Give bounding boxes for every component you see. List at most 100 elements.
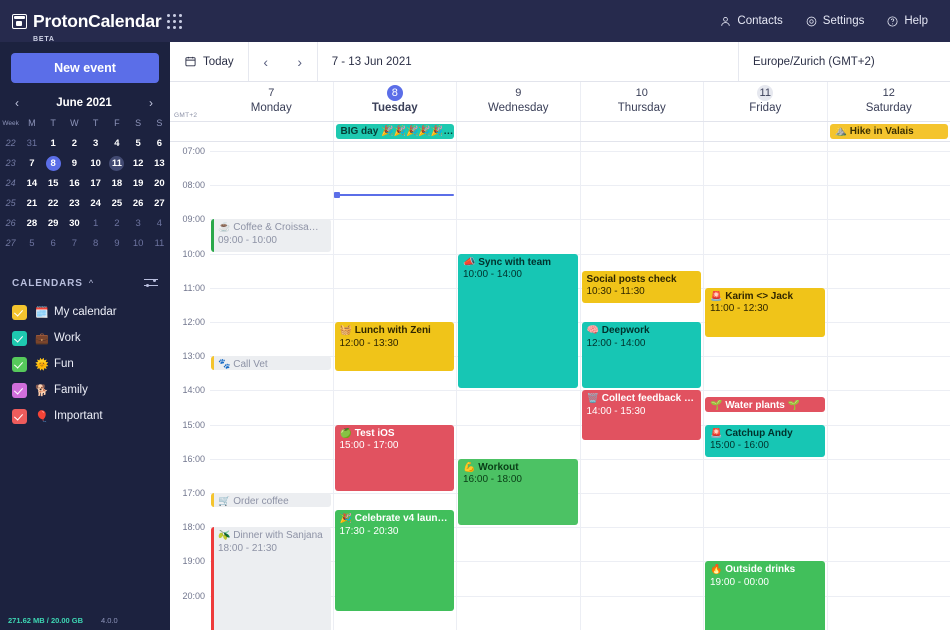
mini-day-cell[interactable]: 2 — [64, 133, 85, 153]
calendar-event[interactable]: 🧠 Deepwork 12:00 - 14:00 — [581, 322, 701, 389]
calendar-event[interactable]: Social posts check 10:30 - 11:30 — [581, 270, 701, 303]
all-day-event[interactable]: ⛰️ Hike in Valais — [829, 124, 948, 139]
calendar-event[interactable]: 🚨 Karim <> Jack 11:00 - 12:30 — [705, 287, 825, 338]
brand[interactable]: ProtonCalendar BETA — [0, 11, 183, 43]
mini-day-cell[interactable]: 23 — [64, 193, 85, 213]
calendar-item-family[interactable]: 🐕 Family — [0, 377, 170, 403]
mini-day-cell[interactable]: 9 — [106, 233, 127, 253]
all-day-event[interactable]: BIG day 🎉🎉🎉🎉🎉… — [335, 124, 454, 139]
calendar-event[interactable]: 🎉 Celebrate v4 laun… 17:30 - 20:30 — [334, 510, 454, 611]
all-day-cell-wednesday[interactable] — [456, 122, 580, 141]
mini-day-cell[interactable]: 19 — [128, 173, 149, 193]
calendar-item-my-calendar[interactable]: 🗓️ My calendar — [0, 299, 170, 325]
mini-day-cell[interactable]: 3 — [85, 133, 106, 153]
calendar-event[interactable]: 🔥 Outside drinks 19:00 - 00:00 — [705, 561, 825, 630]
mini-day-cell[interactable]: 18 — [106, 173, 127, 193]
mini-day-cell[interactable]: 8 — [43, 153, 64, 173]
mini-day-cell[interactable]: 4 — [106, 133, 127, 153]
calendar-event[interactable]: 💪 Workout 16:00 - 18:00 — [458, 458, 578, 526]
calendar-event[interactable]: 🍏 Test iOS 15:00 - 17:00 — [334, 424, 454, 491]
calendar-checkbox[interactable] — [12, 382, 27, 398]
mini-day-cell[interactable]: 5 — [21, 233, 42, 253]
mini-day-cell[interactable]: 9 — [64, 153, 85, 173]
mini-day-cell[interactable]: 5 — [128, 133, 149, 153]
day-column-wednesday[interactable]: 📣 Sync with team 10:00 - 14:00 💪 Workout 16… — [456, 142, 580, 630]
calendar-event[interactable]: 🚨 Catchup Andy 15:00 - 16:00 — [705, 424, 825, 457]
new-event-button[interactable]: New event — [11, 53, 159, 83]
calendar-item-important[interactable]: 🎈 Important — [0, 403, 170, 429]
mini-day-cell[interactable]: 10 — [128, 233, 149, 253]
day-header-saturday[interactable]: 12 Saturday — [826, 82, 950, 121]
calendar-checkbox[interactable] — [12, 330, 27, 346]
app-grid-icon[interactable] — [167, 13, 183, 29]
next-week-button[interactable]: › — [283, 54, 317, 70]
calendar-event[interactable]: 🛒 Order coffee — [211, 493, 331, 507]
mini-day-cell[interactable]: 21 — [21, 193, 42, 213]
mini-day-cell[interactable]: 27 — [149, 193, 170, 213]
mini-day-cell[interactable]: 4 — [149, 213, 170, 233]
calendar-checkbox[interactable] — [12, 304, 27, 320]
mini-day-cell[interactable]: 31 — [21, 133, 42, 153]
mini-day-cell[interactable]: 6 — [149, 133, 170, 153]
mini-day-cell[interactable]: 25 — [106, 193, 127, 213]
contacts-button[interactable]: Contacts — [719, 15, 783, 28]
calendar-grid[interactable]: 07:00 08:00 09:00 10:00 11:00 12:00 13:00 14:00… — [170, 142, 950, 630]
mini-calendar-next-icon[interactable]: › — [144, 96, 158, 110]
all-day-cell-tuesday[interactable]: BIG day 🎉🎉🎉🎉🎉… — [332, 122, 457, 141]
settings-button[interactable]: Settings — [805, 15, 864, 28]
mini-day-cell[interactable]: 30 — [64, 213, 85, 233]
calendar-event[interactable]: 🫒 Dinner with Sanjana 18:00 - 21:30 — [211, 527, 331, 630]
mini-calendar-prev-icon[interactable]: ‹ — [10, 96, 24, 110]
mini-day-cell[interactable]: 1 — [85, 213, 106, 233]
mini-day-cell[interactable]: 8 — [85, 233, 106, 253]
mini-day-cell[interactable]: 10 — [85, 153, 106, 173]
mini-day-cell[interactable]: 1 — [43, 133, 64, 153]
all-day-cell-saturday[interactable]: ⛰️ Hike in Valais — [826, 122, 950, 141]
mini-day-cell[interactable]: 11 — [149, 233, 170, 253]
calendar-event[interactable]: 🗑️ Collect feedback … 14:00 - 15:30 — [581, 390, 701, 440]
calendar-event[interactable]: 📣 Sync with team 10:00 - 14:00 — [458, 253, 578, 389]
mini-day-cell[interactable]: 11 — [106, 153, 127, 173]
day-header-thursday[interactable]: 10 Thursday — [579, 82, 704, 121]
calendar-item-fun[interactable]: 🌞 Fun — [0, 351, 170, 377]
all-day-cell-monday[interactable] — [210, 122, 333, 141]
mini-day-cell[interactable]: 7 — [64, 233, 85, 253]
mini-day-cell[interactable]: 26 — [128, 193, 149, 213]
mini-day-cell[interactable]: 17 — [85, 173, 106, 193]
calendar-event[interactable]: 🧺 Lunch with Zeni 12:00 - 13:30 — [334, 322, 454, 372]
day-header-friday[interactable]: 11 Friday — [703, 82, 827, 121]
mini-day-cell[interactable]: 13 — [149, 153, 170, 173]
day-column-saturday[interactable] — [826, 142, 950, 630]
day-column-tuesday[interactable]: 🧺 Lunch with Zeni 12:00 - 13:30 🍏 Test iOS… — [332, 142, 456, 630]
mini-day-cell[interactable]: 6 — [43, 233, 64, 253]
sliders-icon[interactable] — [144, 277, 158, 289]
mini-day-cell[interactable]: 15 — [43, 173, 64, 193]
chevron-up-icon[interactable]: ^ — [89, 278, 93, 288]
prev-week-button[interactable]: ‹ — [249, 54, 283, 70]
mini-day-cell[interactable]: 12 — [128, 153, 149, 173]
day-header-monday[interactable]: 7 Monday — [210, 82, 333, 121]
mini-day-cell[interactable]: 20 — [149, 173, 170, 193]
calendar-event[interactable]: 🌱 Water plants 🌱 — [705, 397, 825, 413]
day-header-wednesday[interactable]: 9 Wednesday — [456, 82, 580, 121]
calendar-checkbox[interactable] — [12, 408, 27, 424]
mini-day-cell[interactable]: 28 — [21, 213, 42, 233]
mini-day-cell[interactable]: 7 — [21, 153, 42, 173]
day-column-friday[interactable]: 🚨 Karim <> Jack 11:00 - 12:30 🌱 Water plan… — [703, 142, 827, 630]
mini-day-cell[interactable]: 24 — [85, 193, 106, 213]
day-column-monday[interactable]: ☕ Coffee & Croissa… 09:00 - 10:00 🐾 Call V… — [210, 142, 333, 630]
mini-day-cell[interactable]: 14 — [21, 173, 42, 193]
all-day-cell-friday[interactable] — [703, 122, 827, 141]
calendar-event[interactable]: ☕ Coffee & Croissa… 09:00 - 10:00 — [211, 219, 331, 252]
calendar-item-work[interactable]: 💼 Work — [0, 325, 170, 351]
today-button[interactable]: Today — [170, 42, 249, 81]
calendar-checkbox[interactable] — [12, 356, 27, 372]
mini-day-cell[interactable]: 29 — [43, 213, 64, 233]
mini-day-cell[interactable]: 3 — [128, 213, 149, 233]
all-day-cell-thursday[interactable] — [579, 122, 704, 141]
day-header-tuesday[interactable]: 8 Tuesday — [332, 82, 457, 121]
mini-day-cell[interactable]: 16 — [64, 173, 85, 193]
day-column-thursday[interactable]: Social posts check 10:30 - 11:30 🧠 Deepwor… — [579, 142, 703, 630]
mini-day-cell[interactable]: 22 — [43, 193, 64, 213]
calendar-event[interactable]: 🐾 Call Vet — [211, 356, 331, 371]
